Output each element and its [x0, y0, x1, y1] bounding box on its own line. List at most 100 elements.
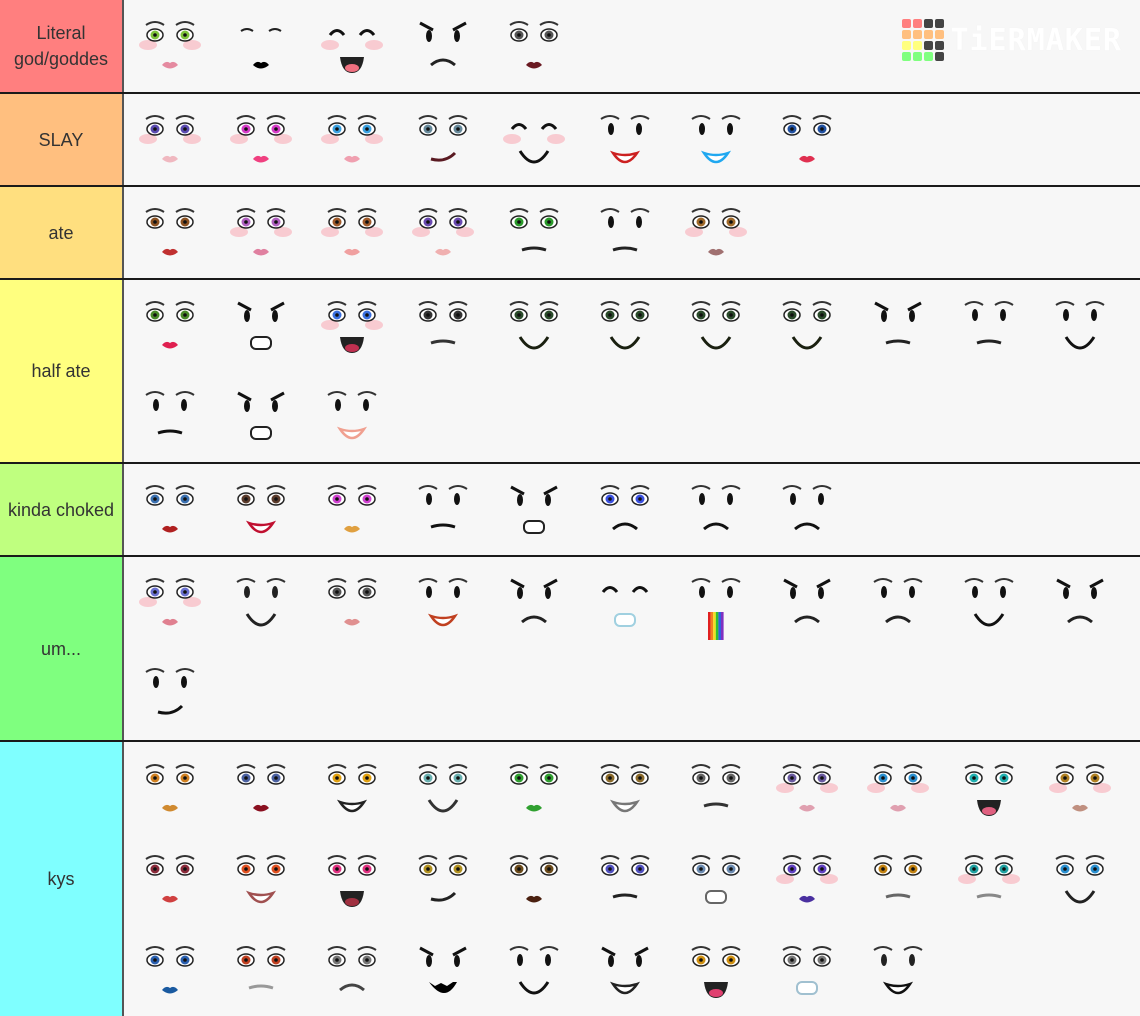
- face-item-googly-big-grin[interactable]: [852, 924, 943, 1015]
- tier-label[interactable]: um...: [0, 557, 124, 740]
- tier-label[interactable]: Literal god/goddes: [0, 0, 124, 92]
- face-item-amber-eyes-mauve-lips[interactable]: [670, 187, 761, 277]
- face-item-gold-eyes-open-smile[interactable]: [670, 924, 761, 1015]
- face-item-rainbow-puke[interactable]: [670, 557, 761, 647]
- face-item-blue-sparkle-smile[interactable]: [670, 94, 761, 184]
- face-icon: [957, 854, 1020, 898]
- face-item-orange-tattoo-face[interactable]: [124, 742, 215, 833]
- face-item-red-x-flat[interactable]: [579, 187, 670, 277]
- face-item-red-tattoo-face[interactable]: [215, 924, 306, 1015]
- face-item-simple-grin[interactable]: [306, 370, 397, 460]
- face-item-blue-eyes-wine-lips[interactable]: [215, 742, 306, 833]
- face-item-blue-eyes-tears[interactable]: [124, 464, 215, 554]
- face-item-simple-smirk-eyes[interactable]: [488, 924, 579, 1015]
- tier-label[interactable]: SLAY: [0, 94, 124, 185]
- face-item-green-eyes-red-lips[interactable]: [124, 280, 215, 370]
- face-item-orange-eyes-smirk[interactable]: [215, 833, 306, 924]
- face-item-angry-sparks-grimace[interactable]: [215, 370, 306, 460]
- face-icon: [235, 945, 286, 989]
- face-item-angry-frown[interactable]: [1034, 557, 1125, 647]
- face-item-blue-eyes-kiss[interactable]: [761, 94, 852, 184]
- face-item-square-eyes-smirk[interactable]: [124, 370, 215, 460]
- tier-label[interactable]: ate: [0, 187, 124, 278]
- face-item-dark-lipstick-lashes[interactable]: [488, 0, 579, 90]
- tier-label[interactable]: kinda choked: [0, 464, 124, 555]
- face-item-brown-eyes-teeth[interactable]: [579, 742, 670, 833]
- tier-label[interactable]: half ate: [0, 280, 124, 462]
- face-item-square-eyes-smile[interactable]: [1034, 280, 1125, 370]
- face-item-angry-fang-grin[interactable]: [397, 924, 488, 1015]
- face-item-angry-open-mouth[interactable]: [215, 280, 306, 370]
- face-item-happy-closed-blush[interactable]: [488, 94, 579, 184]
- face-item-raised-brow-smile[interactable]: [943, 557, 1034, 647]
- face-item-oval-eyes-open-smile[interactable]: [397, 557, 488, 647]
- face-item-green-tattoo-face[interactable]: [488, 742, 579, 833]
- face-item-brown-eyes-dark-lips[interactable]: [488, 833, 579, 924]
- face-icon: [781, 945, 832, 995]
- face-item-purple-eye-wink[interactable]: [579, 833, 670, 924]
- face-item-purple-anime-freckles[interactable]: [397, 187, 488, 277]
- face-item-gold-eyes-bronze[interactable]: [1034, 742, 1125, 833]
- face-item-green-smile-2[interactable]: [579, 280, 670, 370]
- face-item-blue-shadow-wink[interactable]: [852, 742, 943, 833]
- face-item-blue-worried[interactable]: [579, 464, 670, 554]
- face-item-teal-anime-frost[interactable]: [943, 742, 1034, 833]
- face-item-angry-lopsided[interactable]: [761, 557, 852, 647]
- face-item-purple-eyes-smile[interactable]: [761, 742, 852, 833]
- face-item-green-smile-3[interactable]: [670, 280, 761, 370]
- face-icon: [508, 208, 559, 252]
- face-item-worried-frown[interactable]: [761, 464, 852, 554]
- face-item-angry-tongue-out[interactable]: [397, 0, 488, 90]
- face-item-rainbow-anime[interactable]: [306, 464, 397, 554]
- face-item-green-smile-4[interactable]: [761, 280, 852, 370]
- face-item-brown-anime-sprinkles[interactable]: [306, 187, 397, 277]
- tier-label[interactable]: kys: [0, 742, 124, 1016]
- face-item-red-lip-smile[interactable]: [579, 94, 670, 184]
- face-item-sketch-wink[interactable]: [670, 742, 761, 833]
- face-item-scowl-open[interactable]: [670, 464, 761, 554]
- face-item-gray-eyes-chin[interactable]: [670, 833, 761, 924]
- face-item-red-lip-grin[interactable]: [215, 464, 306, 554]
- face-item-pink-lash-blush[interactable]: [215, 187, 306, 277]
- face-item-happy-blush-open-smile[interactable]: [306, 0, 397, 90]
- face-item-blue-tattoo-face[interactable]: [124, 924, 215, 1015]
- face-item-teal-angry-blush[interactable]: [943, 833, 1034, 924]
- face-item-gold-star-grin[interactable]: [306, 742, 397, 833]
- face-item-x-scar-flat[interactable]: [943, 280, 1034, 370]
- face-item-green-eyes-flat[interactable]: [488, 187, 579, 277]
- face-item-smirk-simple[interactable]: [124, 647, 215, 737]
- face-item-green-smile-1[interactable]: [488, 280, 579, 370]
- face-item-blue-eyes-blush[interactable]: [306, 94, 397, 184]
- face-item-blue-anime-open[interactable]: [306, 280, 397, 370]
- face-item-mustache-frown[interactable]: [397, 464, 488, 554]
- face-item-gray-eyes-pink-smile[interactable]: [306, 557, 397, 647]
- face-icon: [599, 854, 650, 898]
- face-item-spark-grimace[interactable]: [488, 464, 579, 554]
- face-item-lavender-eyes-pink-lips[interactable]: [124, 557, 215, 647]
- face-item-anime-wink[interactable]: [124, 94, 215, 184]
- face-item-gold-eyes-cat-smirk[interactable]: [397, 833, 488, 924]
- face-item-teal-eyes-smile[interactable]: [397, 742, 488, 833]
- face-item-angry-smirk[interactable]: [488, 557, 579, 647]
- face-icon: [963, 763, 1014, 816]
- face-item-button-eyes-stitched[interactable]: [215, 557, 306, 647]
- face-item-closed-lash-black-lips[interactable]: [215, 0, 306, 90]
- face-item-blue-lashes-smile[interactable]: [1034, 833, 1125, 924]
- face-icon: [690, 763, 741, 807]
- face-item-smirk-dark-lips[interactable]: [397, 94, 488, 184]
- face-item-sketch-frown[interactable]: [306, 924, 397, 1015]
- face-item-brown-eyes-red-lips[interactable]: [124, 187, 215, 277]
- face-item-gothic-tears[interactable]: [397, 280, 488, 370]
- face-icon: [781, 301, 832, 350]
- face-item-green-eyed-freckle-face[interactable]: [124, 0, 215, 90]
- face-item-worried-lopsided[interactable]: [852, 557, 943, 647]
- face-item-sleepy-braces[interactable]: [761, 924, 852, 1015]
- face-item-angry-white-grin[interactable]: [579, 924, 670, 1015]
- face-item-pink-anime-bandaid[interactable]: [215, 94, 306, 184]
- face-item-red-eyes-pale[interactable]: [124, 833, 215, 924]
- face-item-amber-eyes-freckles[interactable]: [852, 833, 943, 924]
- face-item-angry-stubble[interactable]: [852, 280, 943, 370]
- face-item-heterochromia-purple-lips[interactable]: [761, 833, 852, 924]
- face-item-pink-eyes-blue-nose-fangs[interactable]: [306, 833, 397, 924]
- face-item-happy-braces[interactable]: [579, 557, 670, 647]
